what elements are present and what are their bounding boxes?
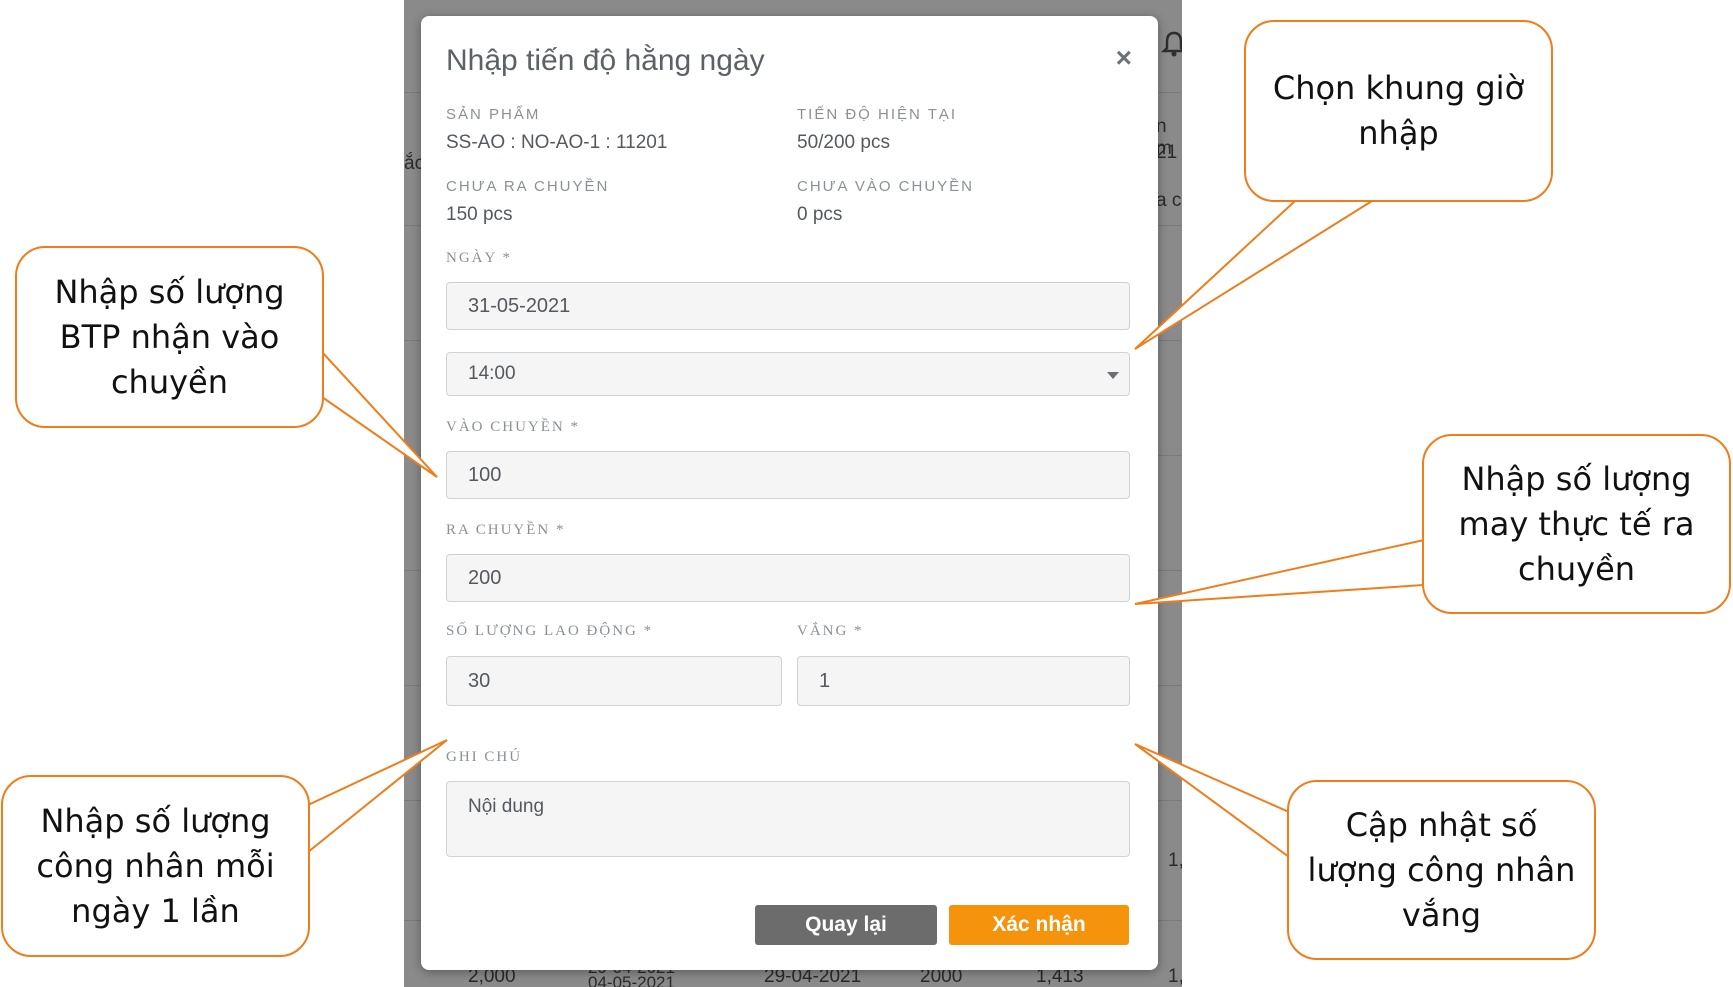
chevron-down-icon <box>1107 372 1119 379</box>
bg-cell: a c <box>1156 190 1182 211</box>
labor-input[interactable]: 30 <box>446 656 782 706</box>
in-label: VÀO CHUYỀN * <box>446 419 580 435</box>
date-label: NGÀY * <box>446 250 513 266</box>
daily-progress-dialog: Nhập tiến độ hằng ngày × SẢN PHẨM SS-AO … <box>421 16 1158 970</box>
absent-input[interactable]: 1 <box>797 656 1130 706</box>
date-input[interactable]: 31-05-2021 <box>446 282 1130 330</box>
progress-value: 50/200 pcs <box>797 132 890 153</box>
bg-cell: 04-05-2021 <box>588 973 675 987</box>
callout-absent: Cập nhật số lượng công nhân vắng <box>1287 780 1596 960</box>
not-in-label: CHƯA VÀO CHUYỀN <box>797 178 975 195</box>
product-value: SS-AO : NO-AO-1 : 11201 <box>446 132 668 153</box>
bg-cell: 1, <box>1168 850 1182 871</box>
callout-time-text: Chọn khung giờ nhập <box>1272 69 1525 152</box>
callout-workers: Nhập số lượng công nhân mỗi ngày 1 lần <box>1 775 310 957</box>
callout-out-quantity: Nhập số lượng may thực tế ra chuyền <box>1422 434 1731 614</box>
product-label: SẢN PHẨM <box>446 106 541 123</box>
date-value: 31-05-2021 <box>468 294 571 317</box>
callout-time: Chọn khung giờ nhập <box>1244 20 1553 202</box>
bell-icon <box>1161 31 1182 57</box>
callout-in-quantity: Nhập số lượng BTP nhận vào chuyền <box>15 246 324 428</box>
labor-label: SỐ LƯỢNG LAO ĐỘNG * <box>446 623 654 639</box>
absent-label: VẮNG * <box>797 623 864 639</box>
note-textarea[interactable]: Nội dung <box>446 781 1130 857</box>
not-out-value: 150 pcs <box>446 204 513 225</box>
callout-out-quantity-text: Nhập số lượng may thực tế ra chuyền <box>1458 459 1695 588</box>
bg-cell: 1, <box>1168 966 1182 987</box>
callout-absent-text: Cập nhật số lượng công nhân vắng <box>1307 805 1576 934</box>
in-quantity-input[interactable]: 100 <box>446 451 1130 499</box>
out-label: RA CHUYỀN * <box>446 522 566 538</box>
in-quantity-value: 100 <box>468 463 502 486</box>
out-quantity-value: 200 <box>468 566 502 589</box>
labor-value: 30 <box>468 669 491 692</box>
callout-workers-text: Nhập số lượng công nhân mỗi ngày 1 lần <box>36 801 275 930</box>
time-select[interactable]: 14:00 <box>446 352 1130 396</box>
absent-value: 1 <box>819 669 831 692</box>
confirm-button[interactable]: Xác nhận <box>949 905 1129 945</box>
close-icon[interactable]: × <box>1116 44 1132 72</box>
bg-cell: 21 <box>1156 142 1178 163</box>
back-button[interactable]: Quay lại <box>755 905 937 945</box>
note-placeholder: Nội dung <box>468 796 545 817</box>
not-in-value: 0 pcs <box>797 204 843 225</box>
time-value: 14:00 <box>468 363 516 384</box>
not-out-label: CHƯA RA CHUYỀN <box>446 178 610 195</box>
progress-label: TIẾN ĐỘ HIỆN TẠI <box>797 106 958 123</box>
out-quantity-input[interactable]: 200 <box>446 554 1130 602</box>
note-label: GHI CHÚ <box>446 749 523 765</box>
dialog-title: Nhập tiến độ hằng ngày <box>446 44 765 77</box>
callout-in-quantity-text: Nhập số lượng BTP nhận vào chuyền <box>54 272 285 401</box>
